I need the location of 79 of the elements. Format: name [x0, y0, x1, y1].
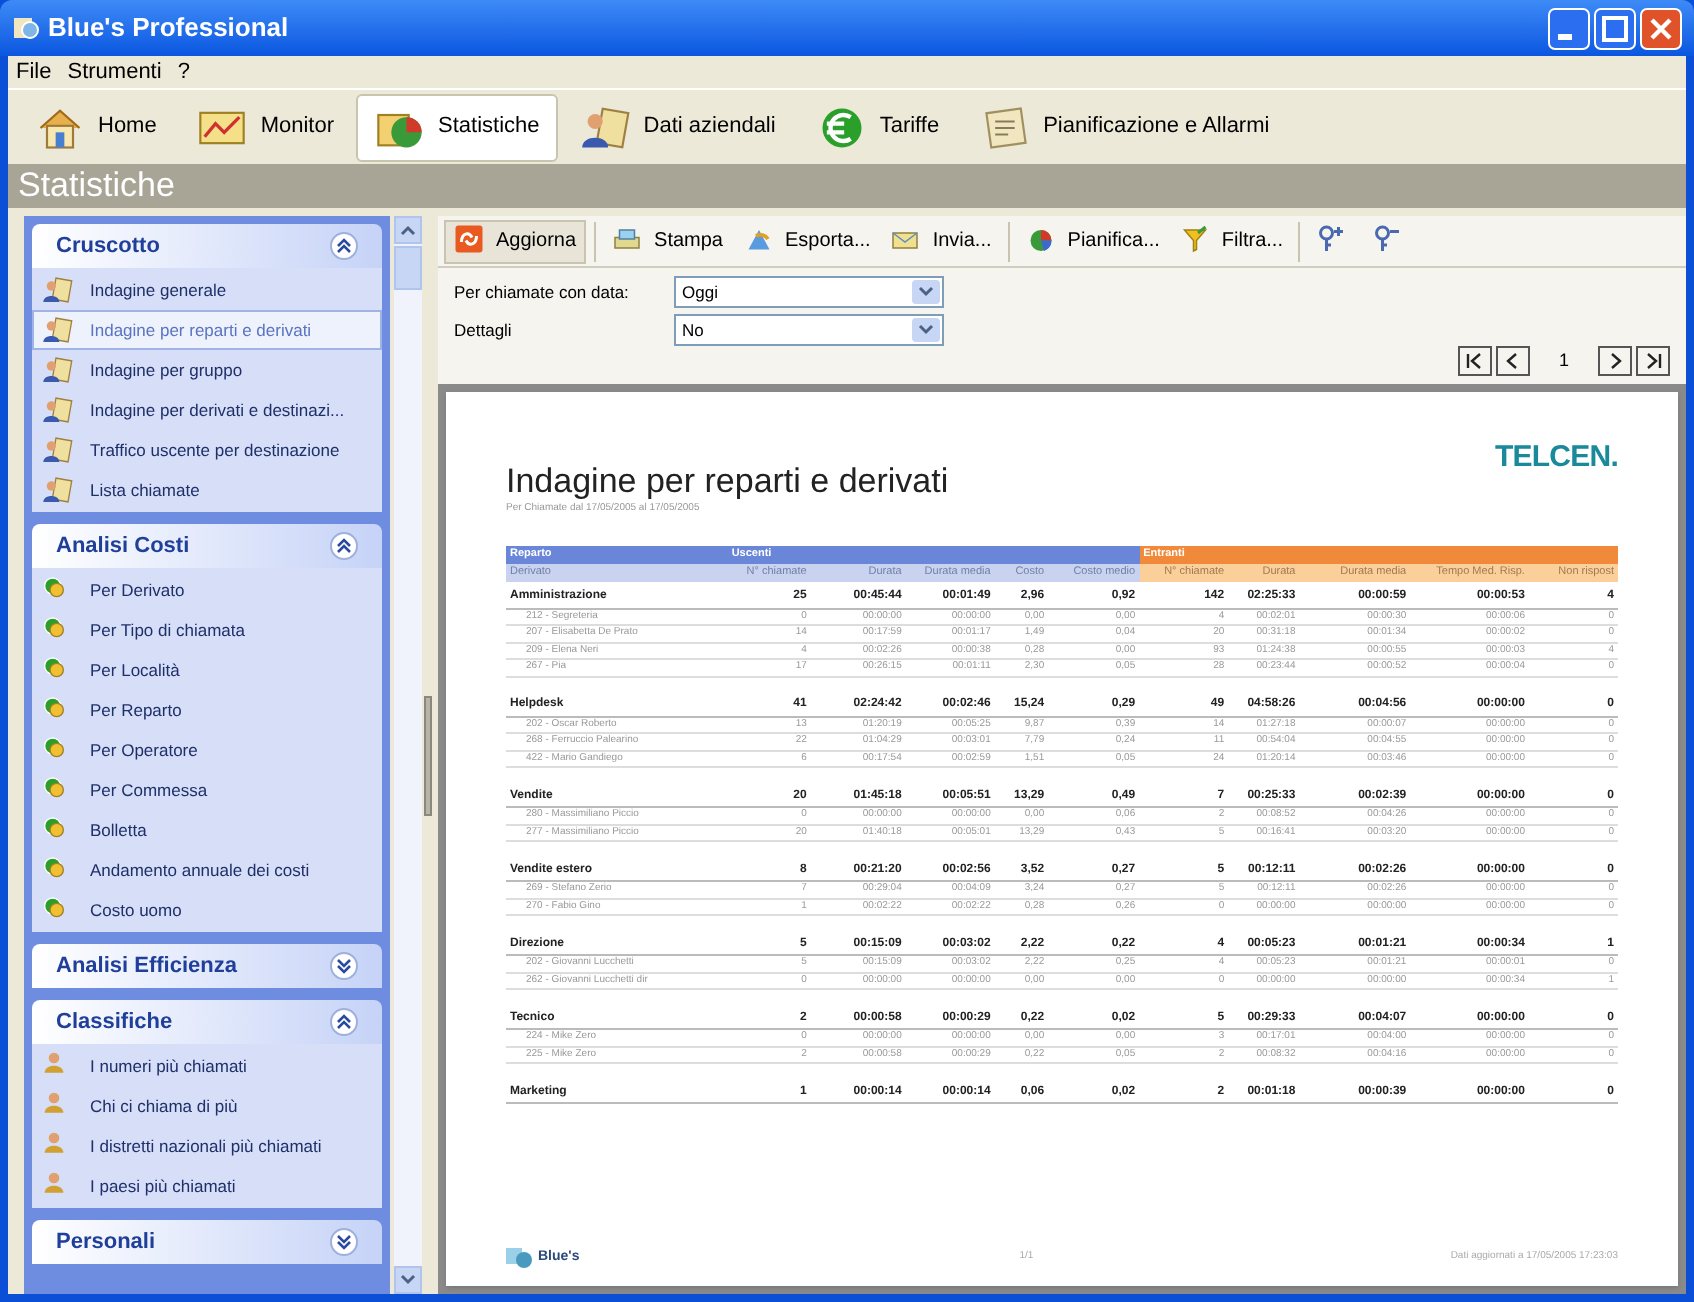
- nav-tab[interactable]: Dati aziendali: [561, 93, 794, 161]
- maximize-icon[interactable]: [1594, 7, 1636, 49]
- sidebar-item[interactable]: Indagine per reparti e derivati: [32, 310, 382, 350]
- sidebar-item[interactable]: Chi ci chiama di più: [32, 1086, 382, 1126]
- sidebar-item[interactable]: Per Tipo di chiamata: [32, 610, 382, 650]
- filter-label: Per chiamate con data:: [454, 279, 631, 305]
- collapse-icon[interactable]: [330, 1008, 358, 1036]
- nav-tab[interactable]: Tariffe: [797, 93, 958, 161]
- section-title: Classifiche: [56, 1007, 173, 1038]
- app-icon: [12, 14, 40, 42]
- menu-item[interactable]: Strumenti: [67, 55, 162, 89]
- scroll-thumb[interactable]: [394, 246, 422, 290]
- last-page-icon[interactable]: [1636, 346, 1670, 376]
- window-title: Blue's Professional: [48, 10, 289, 47]
- scroll-up-icon[interactable]: [400, 224, 416, 236]
- people-card-icon: [42, 274, 74, 306]
- sidebar-item[interactable]: Indagine per gruppo: [32, 350, 382, 390]
- filter-label: Dettagli: [454, 317, 514, 343]
- minimize-icon[interactable]: [1548, 7, 1590, 49]
- section-title: Analisi Costi: [56, 531, 190, 562]
- nav-tab[interactable]: Statistiche: [356, 93, 558, 161]
- scrollbar[interactable]: [394, 216, 422, 1294]
- sidebar-item[interactable]: Per Commessa: [32, 770, 382, 810]
- sidebar-item[interactable]: Per Località: [32, 650, 382, 690]
- section-header[interactable]: Classifiche: [32, 1000, 382, 1044]
- sidebar-item[interactable]: Indagine per derivati e destinazi...: [32, 390, 382, 430]
- dropdown[interactable]: Oggi: [674, 276, 944, 308]
- people-card-icon: [42, 434, 74, 466]
- previous-page-icon[interactable]: [1496, 346, 1530, 376]
- section-header: Statistiche: [8, 164, 1686, 208]
- toolbar-button[interactable]: Stampa: [604, 219, 731, 263]
- dropdown-caret-icon: [912, 280, 940, 304]
- nav-tab[interactable]: Home: [16, 93, 175, 161]
- sidebar-item[interactable]: Per Reparto: [32, 690, 382, 730]
- section-header[interactable]: Analisi Efficienza: [32, 944, 382, 988]
- section-title: Personali: [56, 1227, 156, 1258]
- expand-icon[interactable]: [330, 952, 358, 980]
- sidebar-item[interactable]: Per Operatore: [32, 730, 382, 770]
- collapse-icon[interactable]: [330, 232, 358, 260]
- people-card-icon: [42, 394, 74, 426]
- sidebar-item[interactable]: I distretti nazionali più chiamati: [32, 1126, 382, 1166]
- sidebar-item[interactable]: Bolletta: [32, 810, 382, 850]
- expand-icon[interactable]: [330, 1228, 358, 1256]
- section-title: Analisi Efficienza: [56, 951, 237, 982]
- toolbar-button[interactable]: Pianifica...: [1017, 219, 1168, 263]
- section-title: Cruscotto: [56, 231, 160, 262]
- sidebar-item[interactable]: Per Derivato: [32, 570, 382, 610]
- menu-item[interactable]: File: [16, 55, 52, 89]
- page-number: 1: [1556, 347, 1571, 374]
- toolbar-button[interactable]: Esporta...: [735, 219, 879, 263]
- nav-tab[interactable]: Monitor: [178, 93, 353, 161]
- sidebar-item[interactable]: Indagine generale: [32, 270, 382, 310]
- sidebar-item[interactable]: Costo uomo: [32, 890, 382, 930]
- toolbar-button[interactable]: Invia...: [882, 219, 1000, 263]
- sidebar-item[interactable]: I numeri più chiamati: [32, 1046, 382, 1086]
- section-header[interactable]: Personali: [32, 1220, 382, 1264]
- next-page-icon[interactable]: [1598, 346, 1632, 376]
- sidebar-item[interactable]: Andamento annuale dei costi: [32, 850, 382, 890]
- people-card-icon: [42, 314, 74, 346]
- section-header[interactable]: Cruscotto: [32, 224, 382, 268]
- brand-logo: TELCEN.: [1494, 438, 1618, 478]
- sidebar-item[interactable]: Lista chiamate: [32, 470, 382, 510]
- first-page-icon[interactable]: [1458, 346, 1492, 376]
- toolbar-button[interactable]: Filtra...: [1171, 219, 1291, 263]
- people-card-icon: [42, 354, 74, 386]
- dropdown-caret-icon: [912, 318, 940, 342]
- nav-tab[interactable]: Pianificazione e Allarmi: [961, 93, 1288, 161]
- scroll-down-icon[interactable]: [400, 1274, 416, 1286]
- menu-item[interactable]: ?: [177, 55, 190, 89]
- collapse-icon[interactable]: [330, 532, 358, 560]
- people-card-icon: [42, 474, 74, 506]
- sidebar-item[interactable]: Traffico uscente per destinazione: [32, 430, 382, 470]
- report-title: Indagine per reparti e derivati: [506, 460, 949, 502]
- logo-icon: [506, 1246, 534, 1270]
- section-header[interactable]: Analisi Costi: [32, 524, 382, 568]
- close-icon[interactable]: [1640, 7, 1682, 49]
- toolbar-button[interactable]: Aggiorna: [444, 219, 587, 263]
- sidebar-item[interactable]: I paesi più chiamati: [32, 1166, 382, 1206]
- dropdown[interactable]: No: [674, 314, 944, 346]
